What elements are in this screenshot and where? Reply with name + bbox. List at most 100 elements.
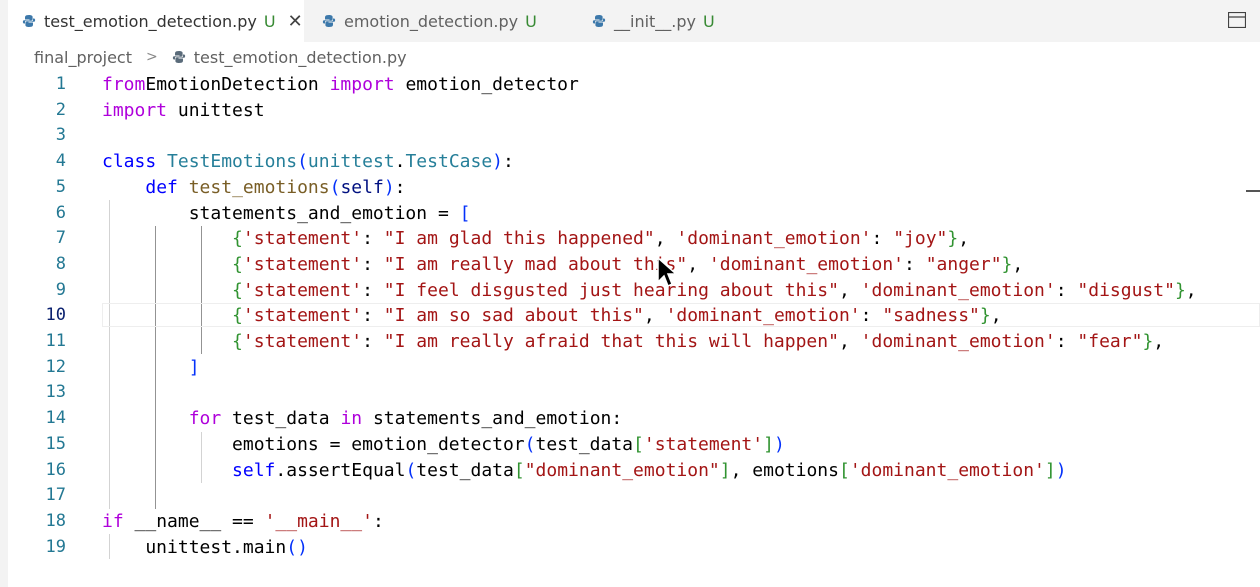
line-number: 17 <box>45 485 66 506</box>
line-number: 10 <box>45 305 66 326</box>
code-line[interactable]: 12 ] <box>8 355 1260 381</box>
line-number: 2 <box>55 99 66 120</box>
line-number: 14 <box>45 408 66 429</box>
code-text: {'statement': "I am really afraid that t… <box>102 329 1164 355</box>
code-token: ) <box>383 176 395 198</box>
code-token: self <box>340 176 384 198</box>
code-token: , <box>1153 331 1165 352</box>
code-token: from <box>102 74 146 95</box>
code-token: } <box>1174 279 1186 301</box>
code-line[interactable]: 10 {'statement': "I am so sad about this… <box>8 303 1260 329</box>
code-line[interactable]: 3 <box>8 123 1260 149</box>
python-file-icon <box>172 50 186 64</box>
code-token: : <box>362 253 384 275</box>
code-line[interactable]: 8 {'statement': "I am really mad about t… <box>8 252 1260 278</box>
code-token: , <box>838 331 861 352</box>
code-token: [ <box>838 459 850 481</box>
breadcrumb-folder[interactable]: final_project <box>34 48 132 67</box>
python-file-icon <box>592 14 606 28</box>
code-line[interactable]: 5 def test_emotions(self): <box>8 175 1260 201</box>
code-line[interactable]: 14 for test_data in statements_and_emoti… <box>8 406 1260 432</box>
code-token: class <box>102 151 157 173</box>
code-token: ( <box>329 176 341 198</box>
tab-test-emotion-detection[interactable]: test_emotion_detection.py U ✕ <box>8 0 304 42</box>
code-token: "disgust" <box>1077 279 1175 301</box>
code-line[interactable]: 1 fromEmotionDetection import emotion_det… <box>8 72 1260 98</box>
untracked-badge: U <box>525 11 537 31</box>
code-token: "joy" <box>893 228 948 250</box>
code-token: } <box>947 228 959 250</box>
code-token: "anger" <box>925 253 1002 275</box>
code-token: '__main__' <box>264 510 373 532</box>
code-token: , emotions <box>730 459 839 481</box>
code-token: TestCase <box>405 151 493 173</box>
code-token: : <box>362 228 384 250</box>
code-token: __name__ == <box>123 510 265 532</box>
code-token: : <box>871 228 894 250</box>
code-token: 'dominant_emotion' <box>676 228 872 250</box>
code-token: "fear" <box>1077 331 1143 352</box>
code-line[interactable]: 18 if __name__ == '__main__': <box>8 509 1260 535</box>
code-token: self <box>232 459 276 481</box>
code-token: , <box>1185 279 1197 301</box>
code-line[interactable]: 19 unittest.main() <box>8 535 1260 561</box>
tab-emotion-detection[interactable]: emotion_detection.py U <box>308 0 570 42</box>
code-token: test_data <box>221 408 341 430</box>
code-token: . <box>394 151 406 173</box>
line-number: 8 <box>55 253 66 274</box>
tab-label: __init__.py <box>614 11 697 31</box>
code-text: {'statement': "I feel disgusted just hea… <box>102 278 1197 304</box>
code-text: for test_data in statements_and_emotion: <box>102 406 623 432</box>
code-token: emotions = emotion_detector <box>102 433 525 455</box>
code-line[interactable]: 13 <box>8 380 1260 406</box>
code-line[interactable]: 16 self.assertEqual(test_data["dominant_… <box>8 458 1260 484</box>
code-token: ( <box>405 459 417 481</box>
code-token: { <box>232 305 243 327</box>
code-token: , <box>654 228 677 250</box>
code-token: { <box>232 253 243 275</box>
code-token: in <box>340 408 363 430</box>
scrollbar-indicator[interactable] <box>1246 190 1260 192</box>
code-token: "dominant_emotion" <box>524 459 720 481</box>
code-token: ) <box>773 433 785 455</box>
code-token: 'statement' <box>242 331 363 352</box>
code-line[interactable]: 2 import unittest <box>8 98 1260 124</box>
code-token: 'dominant_emotion' <box>708 253 904 275</box>
line-number: 13 <box>45 382 66 403</box>
close-icon[interactable]: ✕ <box>288 11 303 32</box>
line-number: 9 <box>55 279 66 300</box>
code-token: .assertEqual <box>275 459 406 481</box>
code-token: : <box>1055 331 1078 352</box>
code-line[interactable]: 9 {'statement': "I feel disgusted just h… <box>8 278 1260 304</box>
code-token: emotion_detector <box>394 74 579 95</box>
activity-strip <box>0 0 8 587</box>
code-token: unittest <box>307 151 395 173</box>
line-number: 6 <box>55 202 66 223</box>
code-token: [ <box>459 202 471 224</box>
breadcrumb-file[interactable]: test_emotion_detection.py <box>194 48 407 67</box>
code-token: "sadness" <box>882 305 980 327</box>
untracked-badge: U <box>703 11 715 31</box>
line-number: 19 <box>45 536 66 557</box>
line-number: 5 <box>55 176 66 197</box>
code-token: ( <box>524 433 536 455</box>
code-line[interactable]: 17 <box>8 483 1260 509</box>
code-line[interactable]: 7 {'statement': "I am glad this happened… <box>8 226 1260 252</box>
code-line[interactable]: 11 {'statement': "I am really afraid tha… <box>8 329 1260 355</box>
code-token: 'dominant_emotion' <box>849 459 1045 481</box>
split-editor-icon[interactable] <box>1227 11 1247 29</box>
code-text: ] <box>102 355 200 381</box>
line-number: 7 <box>55 228 66 249</box>
code-token: if <box>102 510 124 532</box>
code-token: 'dominant_emotion' <box>665 305 861 327</box>
code-line[interactable]: 4 class TestEmotions(unittest.TestCase): <box>8 149 1260 175</box>
tab-init[interactable]: __init__.py U <box>578 0 738 42</box>
code-editor[interactable]: 1 fromEmotionDetection import emotion_det… <box>8 72 1260 587</box>
code-line[interactable]: 15 emotions = emotion_detector(test_data… <box>8 432 1260 458</box>
code-line[interactable]: 6 statements_and_emotion = [ <box>8 201 1260 227</box>
code-token: "I feel disgusted just hearing about thi… <box>383 279 839 301</box>
